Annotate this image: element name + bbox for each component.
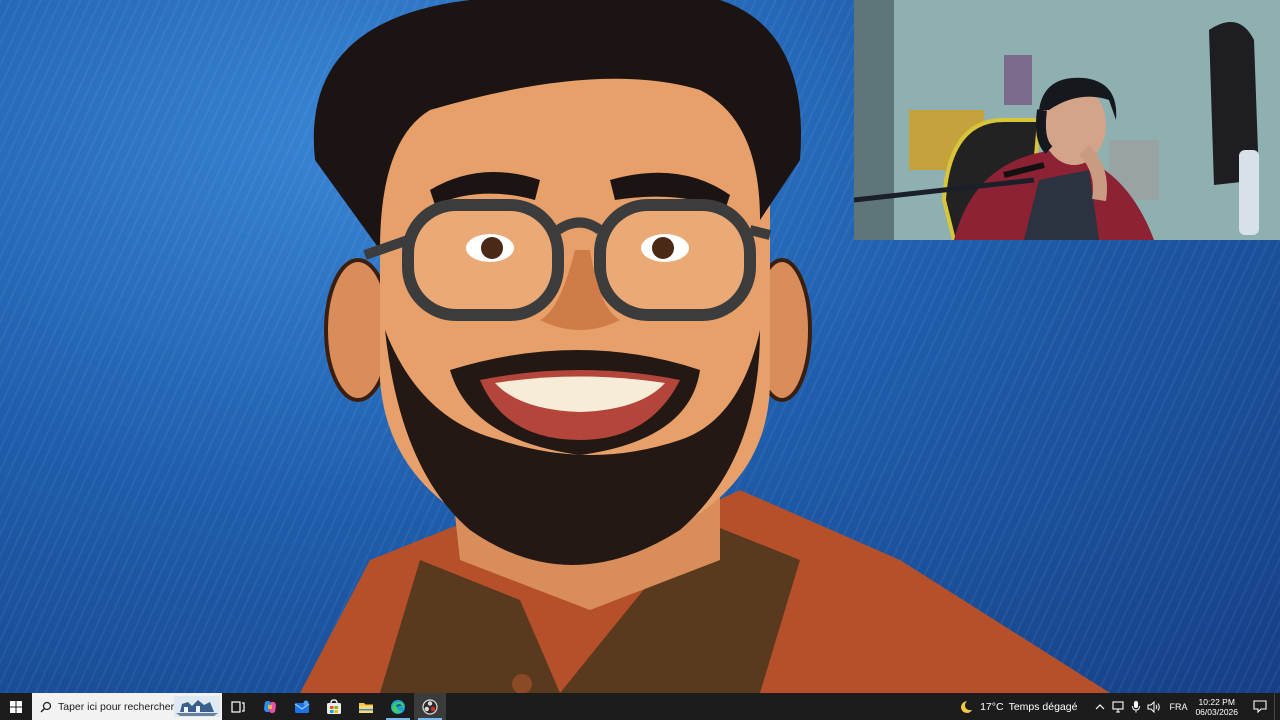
input-language[interactable]: FRA (1169, 702, 1187, 712)
folder-icon (359, 702, 373, 713)
system-tray: 17°C Temps dégagé FRA 10:22 PM 06/03/202… (957, 693, 1280, 720)
notifications-button[interactable] (1246, 693, 1274, 720)
notification-icon (1253, 700, 1267, 713)
edge-button[interactable] (382, 693, 414, 720)
taskbar: Taper ici pour rechercher 17°C Temps dég… (0, 693, 1280, 720)
clock-time: 10:22 PM (1198, 696, 1235, 707)
volume-button[interactable] (1146, 693, 1162, 720)
webcam-feed (854, 0, 1280, 240)
clock[interactable]: 10:22 PM 06/03/2026 (1195, 697, 1238, 717)
store-icon (327, 698, 341, 714)
speaker-icon (1147, 700, 1161, 713)
weather-widget[interactable]: 17°C Temps dégagé (957, 699, 1077, 715)
search-icon (38, 699, 54, 715)
start-button[interactable] (0, 693, 32, 720)
windows-logo-icon (10, 700, 22, 713)
mail-icon (294, 700, 310, 713)
copilot-button[interactable] (254, 693, 286, 720)
obs-button[interactable] (414, 693, 446, 720)
task-view-icon (231, 700, 245, 713)
weather-temperature: 17°C (980, 700, 1004, 713)
search-input[interactable]: Taper ici pour rechercher (32, 693, 222, 720)
microphone-icon (1132, 701, 1141, 713)
microphone-button[interactable] (1128, 693, 1144, 720)
task-view-button[interactable] (222, 693, 254, 720)
network-icon (1112, 700, 1125, 713)
copilot-icon (264, 700, 276, 713)
store-button[interactable] (318, 693, 350, 720)
search-placeholder: Taper ici pour rechercher (58, 700, 175, 713)
webcam-overlay (854, 0, 1280, 240)
moon-icon (961, 700, 973, 713)
show-hidden-icons-button[interactable] (1092, 693, 1108, 720)
mail-button[interactable] (286, 693, 318, 720)
obs-icon (422, 698, 438, 715)
chevron-up-icon (1096, 703, 1105, 709)
edge-icon (391, 699, 405, 714)
weather-condition: Temps dégagé (1008, 700, 1078, 713)
network-button[interactable] (1110, 693, 1126, 720)
search-highlight-image (174, 696, 220, 717)
show-desktop-button[interactable] (1274, 693, 1280, 720)
clock-date: 06/03/2026 (1195, 706, 1238, 717)
file-explorer-button[interactable] (350, 693, 382, 720)
